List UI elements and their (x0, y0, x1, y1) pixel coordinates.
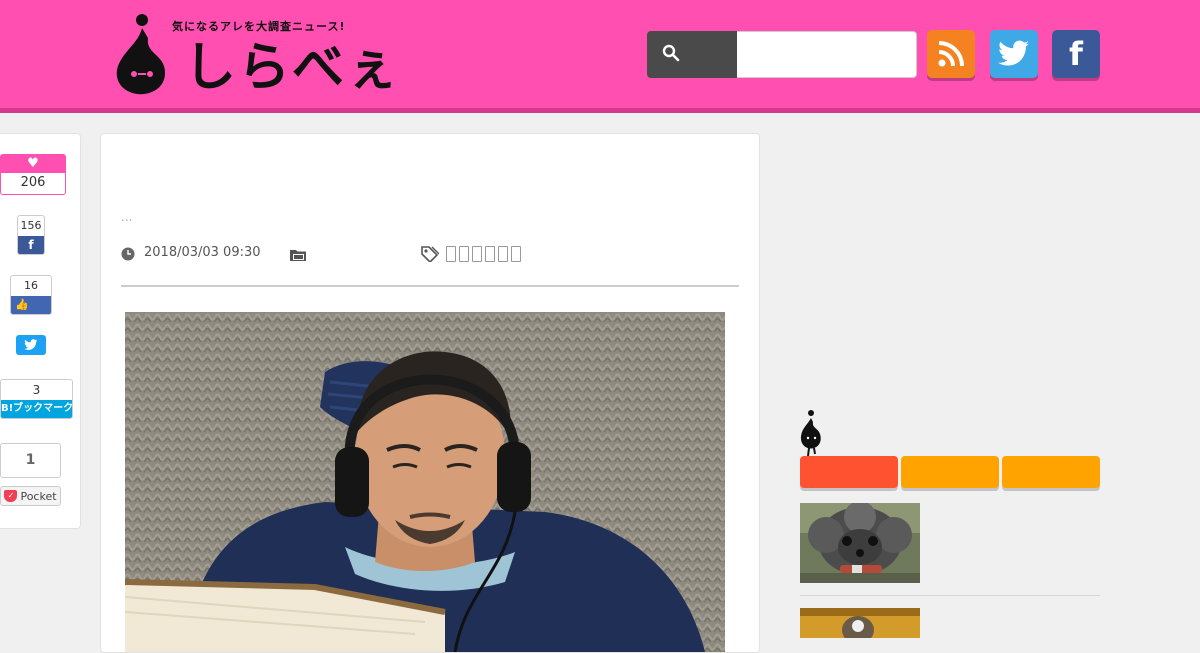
search-input[interactable] (737, 31, 917, 78)
ranking-tab-1[interactable] (800, 456, 898, 488)
twitter-icon (998, 40, 1029, 66)
twitter-button[interactable] (990, 30, 1038, 78)
ranking-divider (800, 595, 1100, 596)
logo-tagline: 気になるアレを大調査ニュース! (172, 20, 346, 33)
rss-icon (938, 41, 964, 67)
hatena-count: 3 (32, 383, 41, 397)
facebook-icon: f (1069, 35, 1083, 73)
tag-icon (421, 246, 439, 262)
heart-icon: ♥ (1, 155, 65, 173)
mascot-icon (800, 410, 821, 456)
ranking-tabs (800, 456, 1100, 490)
twitter-small-icon (24, 339, 38, 350)
ranking-item-thumbnail[interactable] (800, 608, 920, 638)
twitter-share-button[interactable] (16, 335, 46, 355)
pocket-button[interactable]: ✓ Pocket (0, 486, 61, 506)
tag-link[interactable] (446, 246, 456, 262)
facebook-share-button[interactable]: 156 f (17, 215, 45, 255)
tag-list (446, 246, 521, 262)
pocket-icon: ✓ (4, 490, 18, 502)
ranking-tab-2[interactable] (901, 456, 999, 488)
hatena-label: B!ブックマーク (1, 400, 72, 418)
facebook-like-button[interactable]: 16 👍 (10, 275, 52, 315)
ranking-photo (800, 608, 920, 638)
article-meta: 2018/03/03 09:30 (121, 244, 741, 268)
site-logo[interactable]: 気になるアレを大調査ニュース! しらべぇ (112, 14, 402, 98)
ranking-tab-3[interactable] (1002, 456, 1100, 488)
logo-wordmark: しらべぇ (184, 38, 401, 98)
pocket-label: Pocket (20, 489, 57, 503)
article-excerpt: ... (121, 210, 133, 224)
facebook-button[interactable]: f (1052, 30, 1100, 78)
tag-link[interactable] (472, 246, 482, 262)
facebook-like-count: 16 (24, 279, 38, 292)
facebook-small-icon: f (18, 236, 44, 254)
man-reading-with-headphones-photo (125, 312, 725, 652)
poodle-photo (800, 503, 920, 583)
tag-link[interactable] (511, 246, 521, 262)
facebook-share-count: 156 (20, 219, 42, 232)
meta-divider (121, 285, 739, 287)
article-panel: ... 2018/03/03 09:30 (100, 133, 760, 653)
search-form (647, 31, 917, 78)
ranking-item-thumbnail[interactable] (800, 503, 920, 583)
folder-icon (290, 250, 306, 261)
article-date: 2018/03/03 09:30 (144, 245, 261, 260)
article-hero-image (125, 312, 725, 652)
like-button[interactable]: ♥ 206 (0, 154, 66, 195)
thumbs-up-icon: 👍 (11, 296, 51, 314)
pocket-count: 1 (0, 443, 61, 478)
tag-link[interactable] (498, 246, 508, 262)
hatena-bookmark-button[interactable]: 3 B!ブックマーク (0, 379, 73, 419)
tag-link[interactable] (459, 246, 469, 262)
like-count: 206 (20, 175, 46, 190)
site-header: 気になるアレを大調査ニュース! しらべぇ f (0, 0, 1200, 113)
tag-link[interactable] (485, 246, 495, 262)
search-button[interactable] (647, 31, 737, 78)
rss-button[interactable] (927, 30, 975, 78)
search-icon (662, 44, 680, 62)
clock-icon (121, 247, 135, 261)
